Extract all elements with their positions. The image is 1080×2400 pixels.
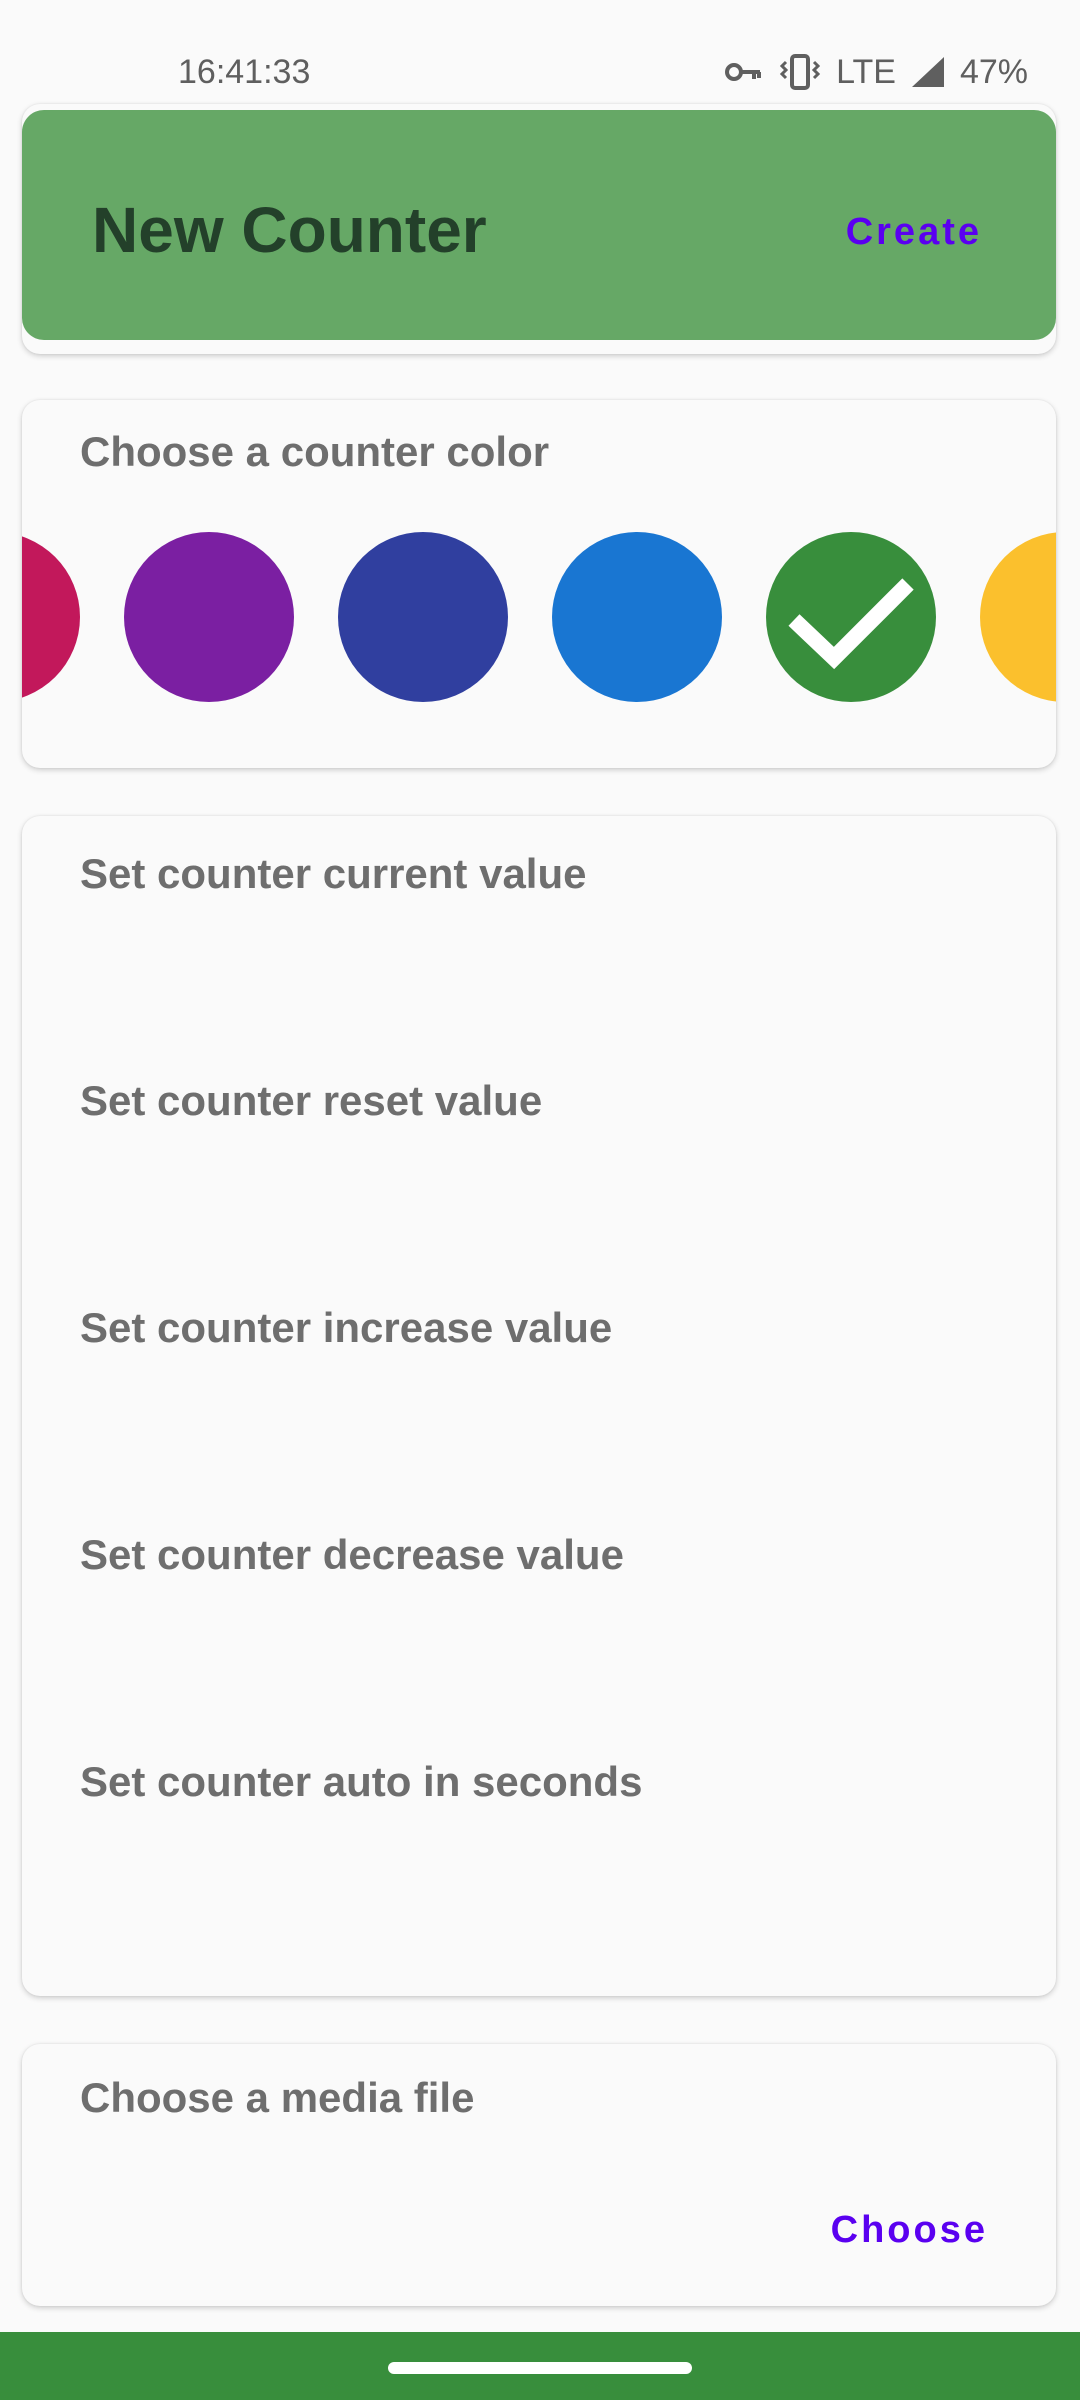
media-file-card: Choose a media file Choose xyxy=(22,2044,1056,2306)
status-time: 16:41:33 xyxy=(178,53,311,91)
choose-media-button[interactable]: Choose xyxy=(831,2204,988,2256)
header-bar: New Counter Create xyxy=(22,110,1056,340)
color-swatch[interactable] xyxy=(22,532,80,702)
media-file-label: Choose a media file xyxy=(80,2074,475,2121)
color-swatch[interactable] xyxy=(980,532,1056,702)
color-swatch[interactable] xyxy=(124,532,294,702)
increase-value-label: Set counter increase value xyxy=(80,1304,613,1351)
auto-seconds-label: Set counter auto in seconds xyxy=(80,1758,643,1805)
color-swatch-selected[interactable] xyxy=(766,532,936,702)
vibrate-icon xyxy=(778,54,822,90)
check-icon xyxy=(788,578,914,670)
home-gesture-handle[interactable] xyxy=(388,2362,692,2374)
vpn-key-icon xyxy=(724,57,764,87)
reset-value-label: Set counter reset value xyxy=(80,1077,543,1124)
current-value-label: Set counter current value xyxy=(80,850,587,897)
create-button[interactable]: Create xyxy=(846,206,982,258)
color-picker-label: Choose a counter color xyxy=(80,428,550,475)
battery-level: 47% xyxy=(959,52,1028,91)
status-bar: 16:41:33 LTE 47% xyxy=(0,0,1080,100)
color-swatch[interactable] xyxy=(552,532,722,702)
header-card: New Counter Create xyxy=(22,104,1056,354)
color-swatch[interactable] xyxy=(338,532,508,702)
network-type: LTE xyxy=(836,52,896,91)
color-picker-card: Choose a counter color xyxy=(22,400,1056,768)
status-icons: LTE 47% xyxy=(724,50,1028,94)
decrease-value-label: Set counter decrease value xyxy=(80,1531,624,1578)
counter-values-card: Set counter current value Set counter re… xyxy=(22,816,1056,1996)
navigation-bar xyxy=(0,2332,1080,2400)
signal-icon xyxy=(910,55,946,89)
page-title: New Counter xyxy=(92,194,487,266)
